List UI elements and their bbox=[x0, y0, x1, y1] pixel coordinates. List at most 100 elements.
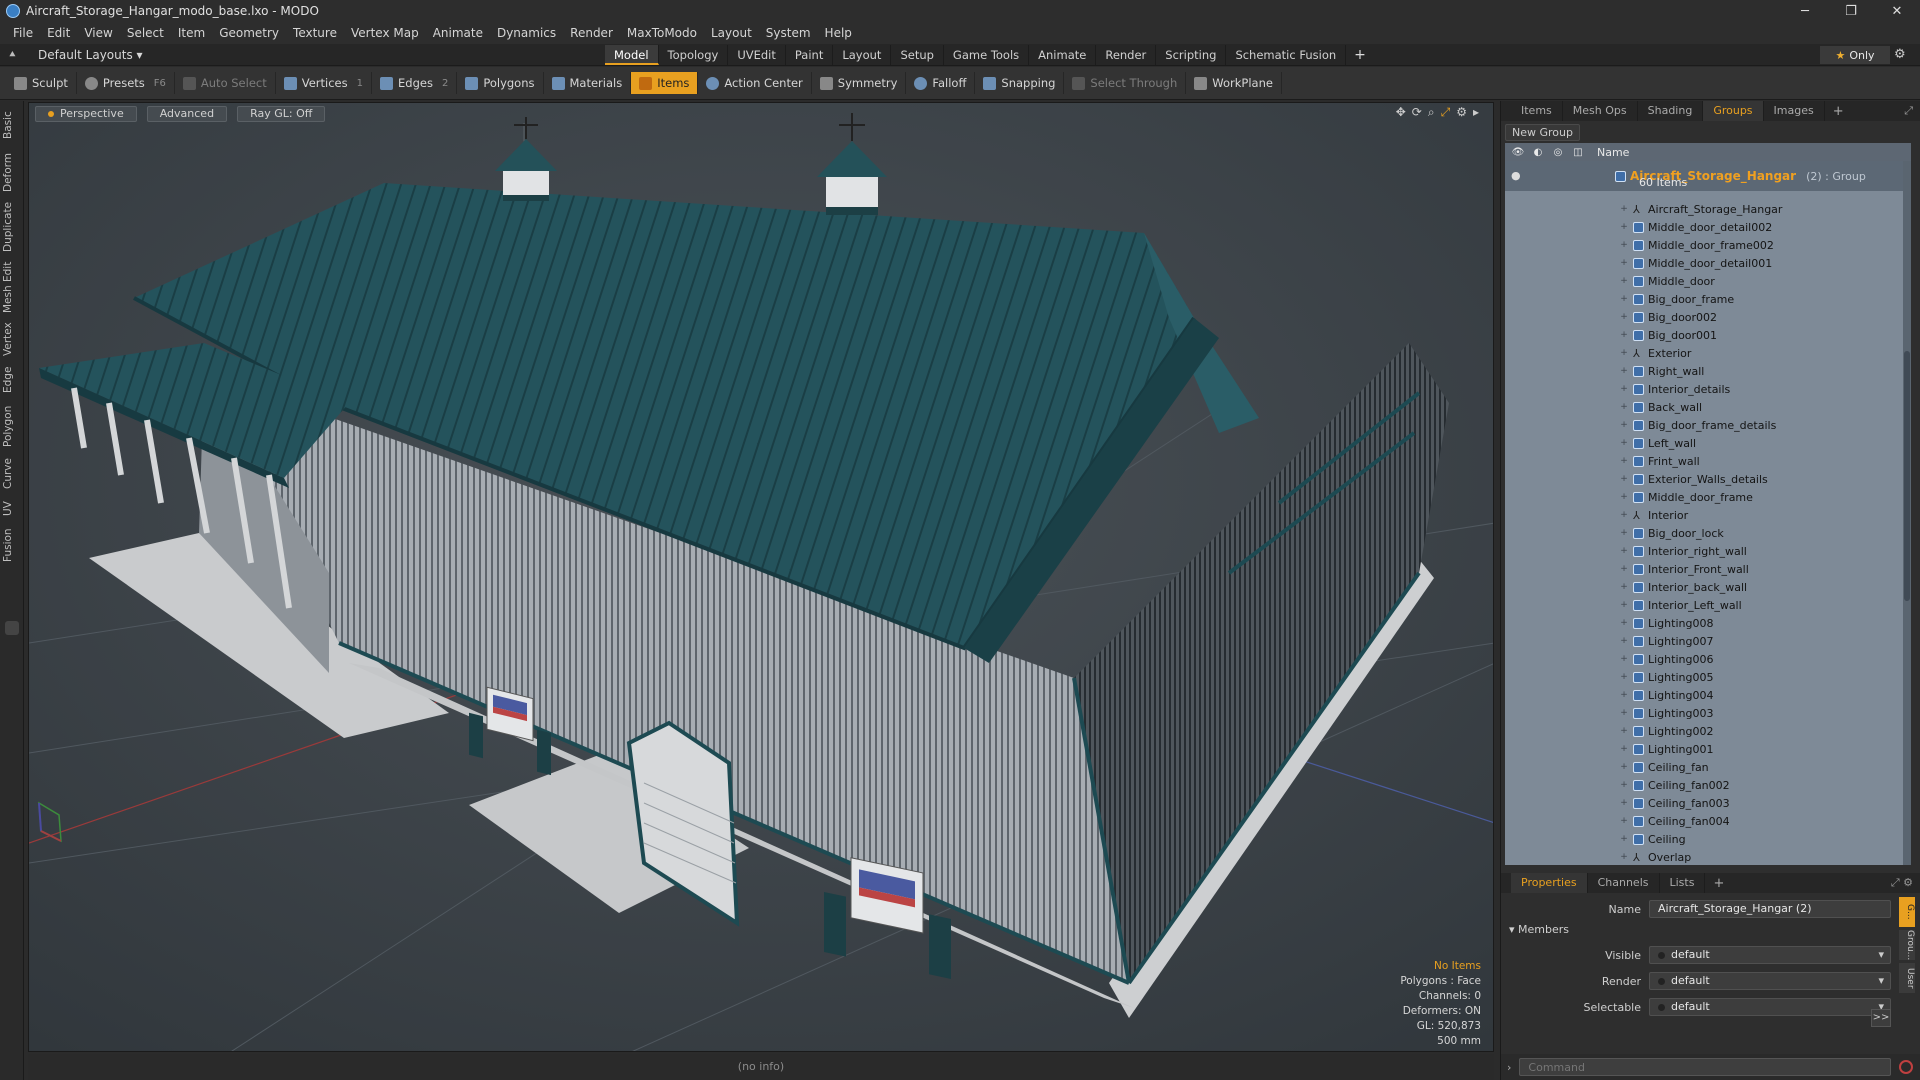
tree-item-row[interactable]: + Interior_Left_wall bbox=[1505, 596, 1911, 614]
tree-item-row[interactable]: + Lighting002 bbox=[1505, 722, 1911, 740]
item-lock-icon[interactable] bbox=[1551, 796, 1565, 810]
tree-item-row[interactable]: + Left_wall bbox=[1505, 434, 1911, 452]
item-select-icon[interactable] bbox=[1571, 760, 1585, 774]
item-eye-icon[interactable] bbox=[1511, 436, 1525, 450]
expand-arrow-icon[interactable]: + bbox=[1619, 348, 1629, 358]
item-render-icon[interactable] bbox=[1531, 472, 1545, 486]
tree-item-row[interactable]: + Ceiling_fan003 bbox=[1505, 794, 1911, 812]
move-view-icon[interactable]: ✥ bbox=[1396, 105, 1406, 120]
tab-uv[interactable]: UV bbox=[2, 497, 22, 521]
item-select-icon[interactable] bbox=[1571, 472, 1585, 486]
visible-dropdown[interactable]: default bbox=[1649, 946, 1891, 964]
expand-arrow-icon[interactable]: + bbox=[1619, 510, 1629, 520]
item-lock-icon[interactable] bbox=[1551, 760, 1565, 774]
item-eye-icon[interactable] bbox=[1511, 328, 1525, 342]
expand-arrow-icon[interactable]: + bbox=[1619, 780, 1629, 790]
item-render-icon[interactable] bbox=[1531, 742, 1545, 756]
item-eye-icon[interactable] bbox=[1511, 310, 1525, 324]
expand-arrow-icon[interactable]: + bbox=[1619, 672, 1629, 682]
expand-arrow-icon[interactable]: + bbox=[1619, 384, 1629, 394]
items-button[interactable]: Items bbox=[631, 72, 699, 94]
item-select-icon[interactable] bbox=[1571, 850, 1585, 864]
expand-arrow-icon[interactable]: + bbox=[1619, 330, 1629, 340]
expand-arrow-icon[interactable]: + bbox=[1619, 582, 1629, 592]
item-select-icon[interactable] bbox=[1571, 814, 1585, 828]
item-lock-icon[interactable] bbox=[1551, 220, 1565, 234]
item-eye-icon[interactable] bbox=[1511, 778, 1525, 792]
item-lock-icon[interactable] bbox=[1551, 418, 1565, 432]
tree-item-row[interactable]: + Interior_Front_wall bbox=[1505, 560, 1911, 578]
tree-item-row[interactable]: + Ceiling_fan002 bbox=[1505, 776, 1911, 794]
tree-item-row[interactable]: + Big_door001 bbox=[1505, 326, 1911, 344]
tab-vertex[interactable]: Vertex bbox=[2, 319, 22, 359]
expand-arrow-icon[interactable]: + bbox=[1619, 834, 1629, 844]
tree-item-row[interactable]: + Right_wall bbox=[1505, 362, 1911, 380]
item-render-icon[interactable] bbox=[1531, 328, 1545, 342]
item-render-icon[interactable] bbox=[1531, 778, 1545, 792]
expand-arrow-icon[interactable]: + bbox=[1619, 762, 1629, 772]
expand-arrow-icon[interactable]: + bbox=[1619, 690, 1629, 700]
group-select-icon[interactable] bbox=[1571, 169, 1585, 183]
vertices-button[interactable]: Vertices 1 bbox=[276, 72, 372, 94]
item-select-icon[interactable] bbox=[1571, 796, 1585, 810]
command-input[interactable] bbox=[1519, 1058, 1892, 1076]
item-select-icon[interactable] bbox=[1571, 490, 1585, 504]
tree-scrollbar-thumb[interactable] bbox=[1904, 351, 1910, 601]
item-render-icon[interactable] bbox=[1531, 400, 1545, 414]
tree-item-row[interactable]: + Ceiling_fan bbox=[1505, 758, 1911, 776]
expand-arrow-icon[interactable]: + bbox=[1619, 366, 1629, 376]
expand-arrow-icon[interactable]: + bbox=[1619, 600, 1629, 610]
item-render-icon[interactable] bbox=[1531, 832, 1545, 846]
expand-arrow-icon[interactable]: + bbox=[1619, 204, 1629, 214]
name-column-header[interactable]: Name bbox=[1597, 146, 1629, 159]
item-eye-icon[interactable] bbox=[1511, 544, 1525, 558]
tree-item-row[interactable]: + Big_door_frame bbox=[1505, 290, 1911, 308]
item-select-icon[interactable] bbox=[1571, 724, 1585, 738]
item-select-icon[interactable] bbox=[1571, 454, 1585, 468]
item-select-icon[interactable] bbox=[1571, 706, 1585, 720]
item-eye-icon[interactable] bbox=[1511, 202, 1525, 216]
item-render-icon[interactable] bbox=[1531, 706, 1545, 720]
item-eye-icon[interactable] bbox=[1511, 562, 1525, 576]
expand-arrow-icon[interactable]: + bbox=[1619, 258, 1629, 268]
tree-item-row[interactable]: + Middle_door_detail002 bbox=[1505, 218, 1911, 236]
auto-select-button[interactable]: Auto Select bbox=[175, 72, 276, 94]
item-eye-icon[interactable] bbox=[1511, 706, 1525, 720]
item-lock-icon[interactable] bbox=[1551, 238, 1565, 252]
item-select-icon[interactable] bbox=[1571, 382, 1585, 396]
record-icon[interactable] bbox=[1899, 1060, 1914, 1074]
expand-arrow-icon[interactable]: + bbox=[1619, 474, 1629, 484]
props-expand-icon[interactable]: ⤢ ⚙ bbox=[1891, 876, 1913, 890]
item-eye-icon[interactable] bbox=[1511, 526, 1525, 540]
item-render-icon[interactable] bbox=[1531, 256, 1545, 270]
edges-button[interactable]: Edges 2 bbox=[372, 72, 458, 94]
group-lock-icon[interactable] bbox=[1551, 169, 1565, 183]
menu-layout[interactable]: Layout bbox=[704, 26, 759, 40]
item-render-icon[interactable] bbox=[1531, 364, 1545, 378]
item-render-icon[interactable] bbox=[1531, 598, 1545, 612]
render-dropdown[interactable]: default bbox=[1649, 972, 1891, 990]
item-lock-icon[interactable] bbox=[1551, 688, 1565, 702]
tab-duplicate[interactable]: Duplicate bbox=[2, 199, 22, 255]
item-select-icon[interactable] bbox=[1571, 562, 1585, 576]
item-select-icon[interactable] bbox=[1571, 202, 1585, 216]
tab-deform[interactable]: Deform bbox=[2, 149, 22, 195]
tree-item-row[interactable]: + Middle_door_detail001 bbox=[1505, 254, 1911, 272]
item-eye-icon[interactable] bbox=[1511, 490, 1525, 504]
tab-properties[interactable]: Properties bbox=[1511, 873, 1588, 893]
item-eye-icon[interactable] bbox=[1511, 454, 1525, 468]
item-lock-icon[interactable] bbox=[1551, 598, 1565, 612]
expand-arrow-icon[interactable]: + bbox=[1619, 546, 1629, 556]
expand-arrow-icon[interactable]: + bbox=[1619, 276, 1629, 286]
side-tab-g[interactable]: G... bbox=[1899, 897, 1915, 927]
item-select-icon[interactable] bbox=[1571, 274, 1585, 288]
item-lock-icon[interactable] bbox=[1551, 580, 1565, 594]
item-select-icon[interactable] bbox=[1571, 544, 1585, 558]
expand-arrow-icon[interactable]: + bbox=[1619, 618, 1629, 628]
tree-item-row[interactable]: + Lighting006 bbox=[1505, 650, 1911, 668]
select-column-icon[interactable]: ◫ bbox=[1571, 145, 1585, 159]
expand-arrow-icon[interactable]: + bbox=[1619, 438, 1629, 448]
expand-arrow-icon[interactable]: + bbox=[1619, 708, 1629, 718]
item-render-icon[interactable] bbox=[1531, 490, 1545, 504]
tab-mesh-edit[interactable]: Mesh Edit bbox=[2, 259, 22, 315]
